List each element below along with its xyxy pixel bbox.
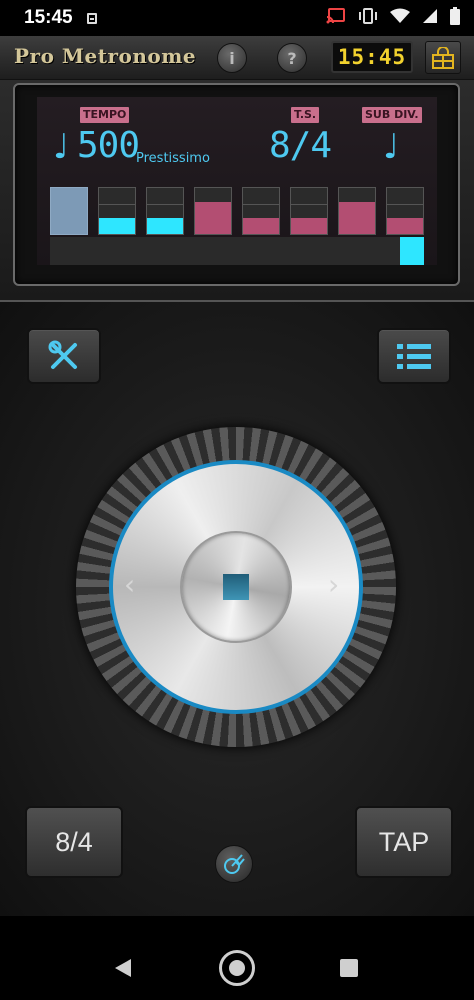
tap-tempo-button[interactable]: TAP bbox=[355, 806, 453, 878]
status-time: 15:45 bbox=[24, 7, 73, 28]
metronome-mode-button[interactable] bbox=[215, 845, 253, 883]
info-button[interactable]: i bbox=[217, 43, 247, 73]
stop-icon bbox=[223, 574, 249, 600]
display-panel: TEMPO T.S. SUB DIV. ♩ 500 Prestissimo 8/… bbox=[0, 80, 474, 302]
status-icons bbox=[326, 7, 460, 29]
vibrate-icon bbox=[358, 8, 378, 28]
recent-apps-icon[interactable] bbox=[340, 959, 358, 977]
beat-progress-marker bbox=[400, 237, 424, 265]
help-icon: ? bbox=[287, 48, 297, 68]
beat-progress-track bbox=[50, 237, 424, 265]
subdivision-tag: SUB DIV. bbox=[362, 107, 422, 123]
beat-indicator[interactable] bbox=[290, 187, 328, 235]
rotation-lock-icon bbox=[432, 46, 454, 69]
metronome-icon bbox=[224, 854, 245, 874]
quarter-note-icon: ♩ bbox=[53, 127, 70, 167]
beat-indicator[interactable] bbox=[242, 187, 280, 235]
subdivision-note-icon[interactable]: ♩ bbox=[383, 127, 399, 167]
tempo-value[interactable]: 500 bbox=[77, 125, 140, 166]
tempo-name: Prestissimo bbox=[136, 151, 210, 166]
tempo-dial[interactable]: ‹ › bbox=[76, 427, 396, 747]
sd-card-icon bbox=[86, 12, 97, 24]
list-icon bbox=[397, 344, 431, 369]
beat-indicator[interactable] bbox=[338, 187, 376, 235]
beat-indicator[interactable] bbox=[50, 187, 88, 235]
chevron-right-icon[interactable]: › bbox=[328, 568, 339, 601]
chevron-left-icon[interactable]: ‹ bbox=[124, 568, 135, 601]
rotation-lock-button[interactable] bbox=[425, 41, 461, 74]
list-button[interactable] bbox=[377, 328, 451, 384]
clock-time: 15:45 bbox=[337, 45, 407, 69]
display-bezel: TEMPO T.S. SUB DIV. ♩ 500 Prestissimo 8/… bbox=[13, 83, 460, 286]
beat-indicator[interactable] bbox=[146, 187, 184, 235]
beat-indicator[interactable] bbox=[194, 187, 232, 235]
info-icon: i bbox=[229, 48, 235, 68]
control-area: ‹ › 8/4 TAP bbox=[0, 302, 474, 916]
home-icon[interactable] bbox=[219, 950, 255, 986]
beat-indicator[interactable] bbox=[386, 187, 424, 235]
wifi-icon bbox=[390, 8, 410, 28]
tools-button[interactable] bbox=[27, 328, 101, 384]
display-screen: TEMPO T.S. SUB DIV. ♩ 500 Prestissimo 8/… bbox=[37, 97, 437, 265]
wrench-screwdriver-icon bbox=[48, 340, 77, 369]
app-title: Pro Metronome bbox=[14, 44, 197, 68]
beat-indicator[interactable] bbox=[98, 187, 136, 235]
battery-icon bbox=[450, 7, 460, 29]
status-bar: 15:45 bbox=[0, 0, 474, 36]
time-signature-value[interactable]: 8/4 bbox=[269, 125, 332, 166]
back-icon[interactable] bbox=[115, 959, 131, 977]
clock-display: 15:45 bbox=[331, 41, 413, 73]
time-signature-tag: T.S. bbox=[291, 107, 320, 123]
signal-icon bbox=[422, 8, 438, 28]
cast-icon bbox=[326, 8, 346, 28]
app-header: Pro Metronome i ? 15:45 bbox=[0, 36, 474, 80]
help-button[interactable]: ? bbox=[277, 43, 307, 73]
tempo-tag: TEMPO bbox=[80, 107, 130, 123]
time-signature-button[interactable]: 8/4 bbox=[25, 806, 123, 878]
navigation-bar bbox=[0, 916, 474, 1000]
